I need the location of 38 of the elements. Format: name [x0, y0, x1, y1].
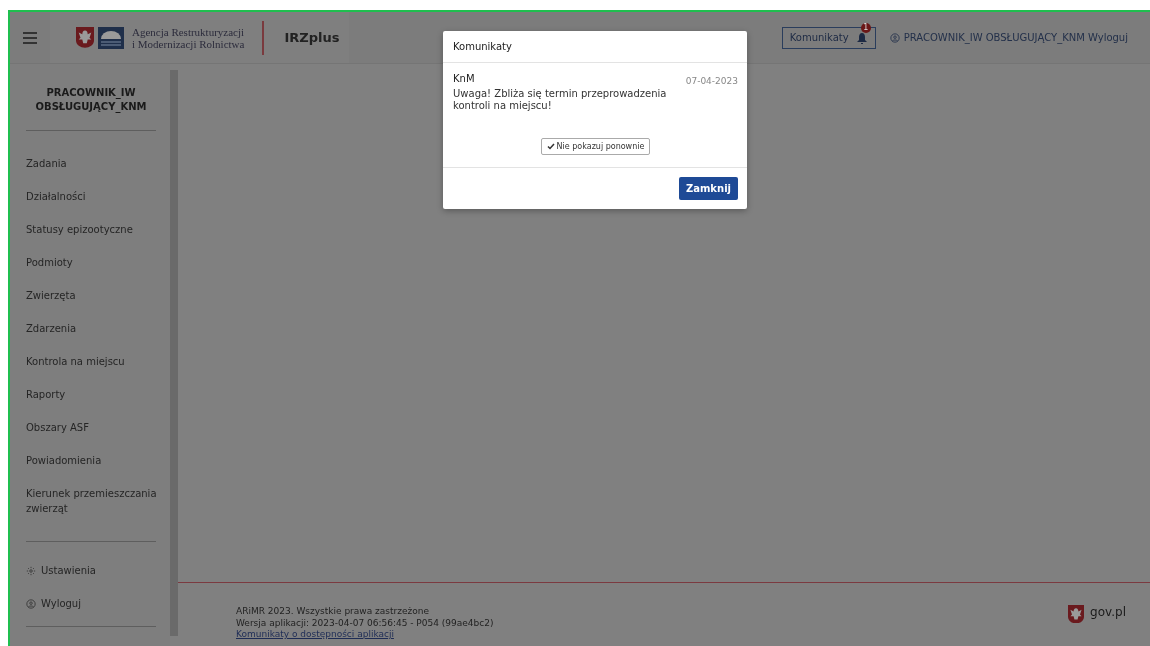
- sidebar-item[interactable]: Statusy epizootyczne: [26, 213, 166, 246]
- message-date: 07-04-2023: [685, 76, 738, 86]
- agency-name: Agencja Restrukturyzacji i Modernizacji Rolnictwa: [132, 25, 245, 50]
- eagle-emblem-icon: [1068, 605, 1085, 624]
- user-icon: [26, 598, 36, 609]
- gov-label: gov.pl: [1090, 605, 1126, 619]
- sidebar-item[interactable]: Obszary ASF: [26, 411, 166, 444]
- dont-show-again-button[interactable]: Nie pokazuj ponownie: [540, 138, 651, 155]
- sidebar-item[interactable]: Kontrola na miejscu: [26, 345, 166, 378]
- app-name: IRZplus: [284, 30, 340, 45]
- sidebar-item[interactable]: Podmioty: [26, 246, 166, 279]
- accessibility-link[interactable]: Komunikaty o dostępności aplikacji: [236, 629, 494, 639]
- sidebar-item[interactable]: Ustawienia: [26, 554, 170, 587]
- menu-icon[interactable]: [23, 31, 37, 44]
- check-icon: [546, 143, 555, 150]
- settings-icon: [26, 565, 36, 576]
- message-text: Uwaga! Zbliża się termin przeprowadzenia kontroli na miejscu!: [453, 88, 668, 112]
- sidebar-item[interactable]: Powiadomienia: [26, 444, 166, 477]
- scrollbar[interactable]: [170, 70, 178, 636]
- bell-icon: [856, 32, 867, 44]
- sidebar-item[interactable]: Działalności: [26, 180, 166, 213]
- message-sender: KnM: [453, 73, 475, 86]
- user-logout-link[interactable]: PRACOWNIK_IW OBSŁUGUJĄCY_KNM Wyloguj: [889, 32, 1128, 43]
- sidebar-item[interactable]: Wyloguj: [26, 587, 170, 620]
- dialog-title: Komunikaty: [443, 31, 747, 63]
- eagle-emblem-icon: [76, 27, 94, 48]
- sidebar-item[interactable]: Zwierzęta: [26, 279, 166, 312]
- notification-badge: 1: [860, 22, 871, 33]
- sidebar-item[interactable]: Zdarzenia: [26, 312, 166, 345]
- sidebar-item[interactable]: Zadania: [26, 147, 166, 180]
- close-button[interactable]: Zamknij: [678, 177, 738, 200]
- copyright-text: ARiMR 2023. Wszystkie prawa zastrzeżone: [236, 605, 430, 617]
- sidebar-item[interactable]: Kierunek przemieszczania zwierząt: [26, 477, 166, 525]
- agency-logo-icon: [98, 26, 124, 49]
- sidebar-user-name: PRACOWNIK_IW OBSŁUGUJĄCY_KNM: [34, 86, 148, 114]
- user-icon: [889, 32, 900, 43]
- version-text: Wersja aplikacji: 2023-04-07 06:56:45 - P054 (99ae4bc2): [236, 617, 494, 629]
- sidebar-item[interactable]: Raporty: [26, 378, 166, 411]
